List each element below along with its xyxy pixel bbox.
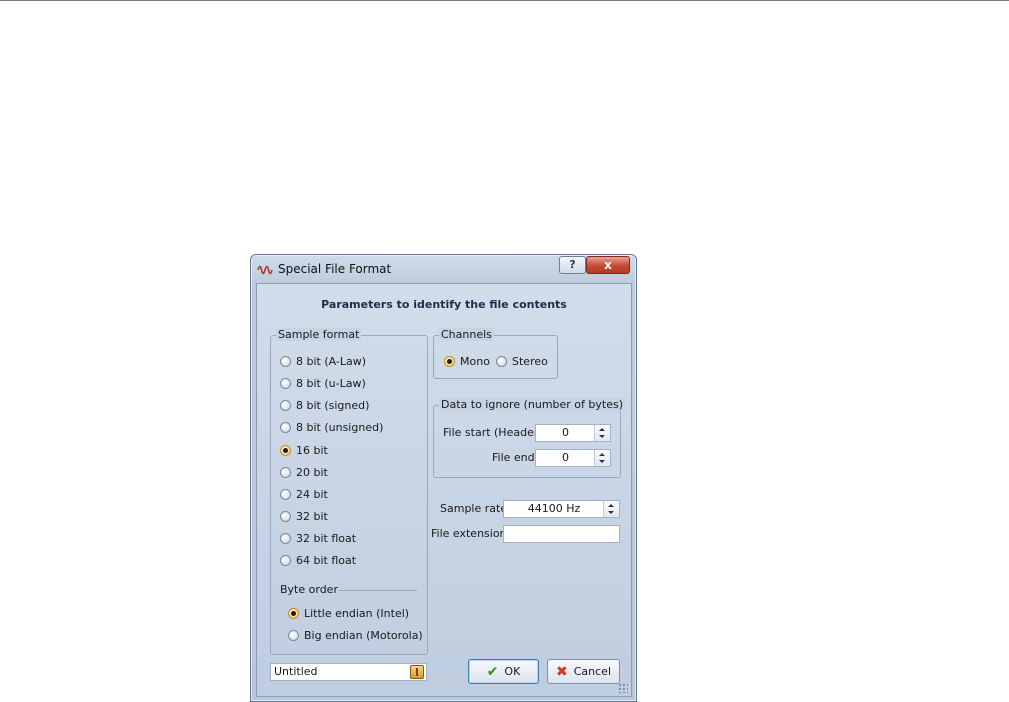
- radio-8bit-alaw[interactable]: 8 bit (A-Law): [280, 353, 366, 369]
- radio-label: 16 bit: [296, 443, 328, 457]
- preset-name-input[interactable]: Untitled: [270, 663, 427, 681]
- radio-label: 32 bit: [296, 509, 328, 523]
- radio-label: Big endian (Motorola): [304, 628, 423, 642]
- ok-label: OK: [504, 665, 521, 678]
- checkmark-icon: ✔: [486, 663, 499, 680]
- radio-mono[interactable]: Mono: [444, 353, 490, 369]
- radio-16bit[interactable]: 16 bit: [280, 442, 328, 458]
- dialog-title: Special File Format: [278, 262, 392, 276]
- radio-button-selected[interactable]: [288, 607, 299, 619]
- radio-label: 32 bit float: [296, 531, 357, 545]
- radio-button-selected[interactable]: [280, 444, 291, 456]
- data-to-ignore-label: Data to ignore (number of bytes): [439, 398, 625, 411]
- data-to-ignore-group: Data to ignore (number of bytes) File st…: [433, 398, 625, 478]
- sample-rate-value[interactable]: 44100 Hz: [504, 501, 604, 517]
- radio-label: 8 bit (A-Law): [296, 354, 367, 368]
- spin-down-icon[interactable]: [599, 435, 605, 438]
- sample-format-label: Sample format: [276, 328, 362, 341]
- radio-label: 64 bit float: [296, 553, 357, 567]
- cross-icon: ✖: [556, 663, 568, 680]
- radio-label: 8 bit (signed): [296, 398, 370, 412]
- radio-label: 20 bit: [296, 465, 328, 479]
- radio-button[interactable]: [280, 399, 291, 411]
- spin-down-icon[interactable]: [608, 511, 614, 514]
- sample-rate-spinner[interactable]: 44100 Hz: [503, 500, 620, 518]
- radio-button[interactable]: [280, 466, 291, 478]
- spinner-arrows[interactable]: [603, 501, 619, 517]
- file-start-label: File start (Header): [443, 426, 543, 439]
- radio-button[interactable]: [280, 488, 291, 500]
- radio-label: Stereo: [512, 354, 548, 368]
- byte-order-label: Byte order: [280, 583, 338, 596]
- file-extension-input[interactable]: [503, 525, 620, 543]
- spin-up-icon[interactable]: [608, 504, 614, 507]
- radio-label: Mono: [460, 354, 490, 368]
- radio-big-endian[interactable]: Big endian (Motorola): [288, 627, 423, 643]
- radio-button[interactable]: [280, 355, 291, 367]
- help-button[interactable]: ?: [559, 256, 586, 274]
- radio-button[interactable]: [280, 532, 291, 544]
- radio-8bit-signed[interactable]: 8 bit (signed): [280, 397, 369, 413]
- cancel-button[interactable]: ✖ Cancel: [547, 659, 620, 684]
- radio-8bit-unsigned[interactable]: 8 bit (unsigned): [280, 419, 383, 435]
- radio-label: 24 bit: [296, 487, 328, 501]
- spin-down-icon[interactable]: [599, 460, 605, 463]
- channels-group: Channels Mono Stereo: [433, 328, 558, 379]
- close-button[interactable]: x: [586, 256, 630, 274]
- cancel-label: Cancel: [573, 665, 611, 678]
- radio-label: 8 bit (unsigned): [296, 420, 384, 434]
- preset-folder-icon[interactable]: [410, 665, 424, 679]
- spinner-arrows[interactable]: [594, 450, 610, 466]
- radio-little-endian[interactable]: Little endian (Intel): [288, 605, 409, 621]
- ok-button[interactable]: ✔ OK: [468, 659, 539, 684]
- spinner-arrows[interactable]: [594, 425, 610, 441]
- radio-8bit-ulaw[interactable]: 8 bit (u-Law): [280, 375, 366, 391]
- radio-32bit-float[interactable]: 32 bit float: [280, 530, 356, 546]
- dialog-heading: Parameters to identify the file contents: [321, 298, 567, 311]
- dialog-client-area: Parameters to identify the file contents…: [256, 283, 632, 697]
- waveform-icon: [257, 265, 273, 275]
- special-file-format-dialog: Special File Format ? x Parameters to id…: [250, 254, 637, 702]
- resize-grip-icon[interactable]: [618, 683, 628, 693]
- radio-label: 8 bit (u-Law): [296, 376, 366, 390]
- spin-up-icon[interactable]: [599, 453, 605, 456]
- top-divider: [0, 0, 1009, 1]
- channels-label: Channels: [439, 328, 494, 341]
- radio-button[interactable]: [280, 421, 291, 433]
- radio-button[interactable]: [280, 377, 291, 389]
- radio-button[interactable]: [280, 554, 291, 566]
- radio-stereo[interactable]: Stereo: [496, 353, 548, 369]
- byte-order-separator: [339, 590, 417, 591]
- file-extension-label: File extension: [431, 527, 507, 540]
- title-bar[interactable]: Special File Format ? x: [251, 255, 636, 283]
- radio-20bit[interactable]: 20 bit: [280, 464, 328, 480]
- radio-24bit[interactable]: 24 bit: [280, 486, 328, 502]
- preset-name-value: Untitled: [274, 665, 318, 678]
- radio-button[interactable]: [288, 629, 299, 641]
- spin-up-icon[interactable]: [599, 428, 605, 431]
- radio-32bit[interactable]: 32 bit: [280, 508, 328, 524]
- radio-button-selected[interactable]: [444, 355, 455, 367]
- radio-button[interactable]: [280, 510, 291, 522]
- file-end-label: File end: [492, 451, 535, 464]
- file-end-spinner[interactable]: 0: [535, 449, 611, 467]
- radio-button[interactable]: [496, 355, 507, 367]
- sample-format-group: Sample format 8 bit (A-Law) 8 bit (u-Law…: [270, 328, 428, 655]
- radio-label: Little endian (Intel): [304, 606, 410, 620]
- file-start-value[interactable]: 0: [536, 425, 595, 441]
- sample-rate-label: Sample rate: [440, 502, 508, 515]
- file-start-spinner[interactable]: 0: [535, 424, 611, 442]
- file-end-value[interactable]: 0: [536, 450, 595, 466]
- radio-64bit-float[interactable]: 64 bit float: [280, 552, 356, 568]
